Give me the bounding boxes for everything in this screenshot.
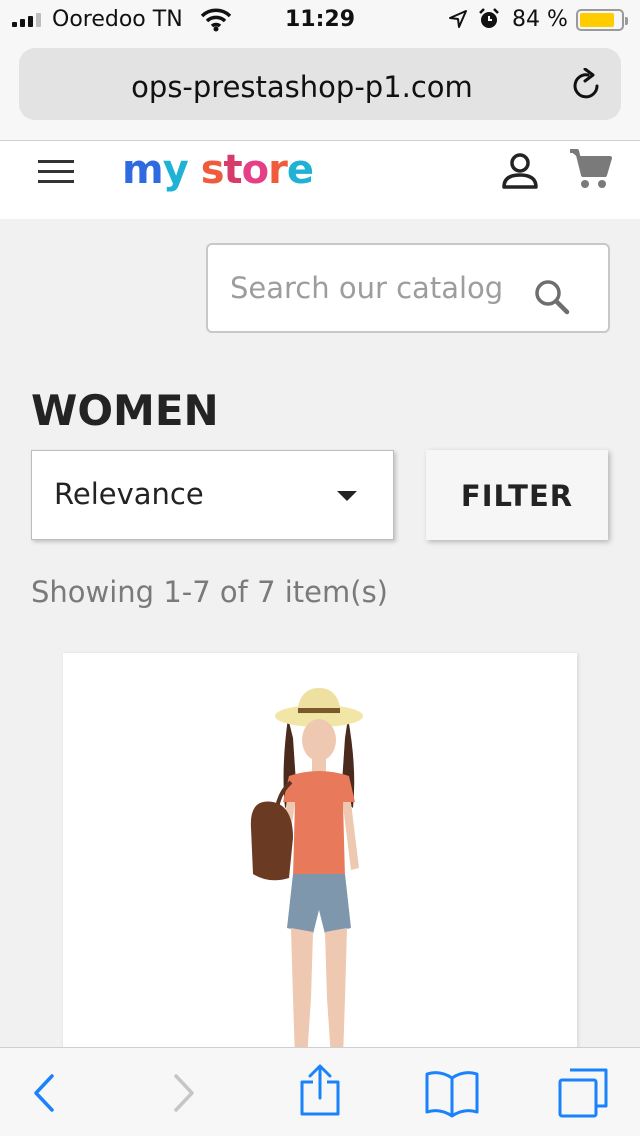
product-image[interactable]: [233, 678, 403, 1053]
browser-address-bar: ops-prestashop-p1.com: [0, 40, 640, 141]
tabs-icon[interactable]: [556, 1066, 610, 1120]
user-icon[interactable]: [500, 151, 540, 191]
search-placeholder: Search our catalog: [230, 271, 504, 305]
chevron-down-icon: [337, 491, 357, 501]
cart-icon[interactable]: [568, 147, 612, 191]
battery-icon: [576, 9, 628, 31]
product-card[interactable]: [63, 653, 577, 1053]
bookmarks-icon[interactable]: [424, 1070, 480, 1118]
share-icon[interactable]: [298, 1064, 342, 1118]
store-logo[interactable]: my store: [122, 147, 314, 193]
store-header: my store: [0, 141, 640, 219]
results-count: Showing 1-7 of 7 item(s): [31, 575, 388, 609]
menu-icon[interactable]: [38, 160, 74, 184]
status-bar: Ooredoo TN 11:29 84 %: [0, 0, 640, 40]
filter-button[interactable]: FILTER: [426, 450, 608, 540]
sort-select[interactable]: Relevance: [31, 450, 394, 540]
search-icon[interactable]: [534, 279, 570, 315]
search-input[interactable]: Search our catalog: [206, 243, 610, 333]
url-text: ops-prestashop-p1.com: [131, 70, 473, 104]
category-title: WOMEN: [31, 386, 219, 435]
reload-icon[interactable]: [571, 68, 603, 102]
back-icon[interactable]: [30, 1068, 58, 1118]
url-field[interactable]: ops-prestashop-p1.com: [19, 48, 621, 120]
location-icon: [449, 10, 467, 28]
battery-level: [580, 13, 614, 27]
alarm-icon: [479, 8, 499, 28]
browser-toolbar: [0, 1047, 640, 1136]
sort-selected-value: Relevance: [54, 477, 204, 511]
forward-icon[interactable]: [170, 1068, 198, 1118]
battery-percent: 84 %: [512, 7, 568, 32]
